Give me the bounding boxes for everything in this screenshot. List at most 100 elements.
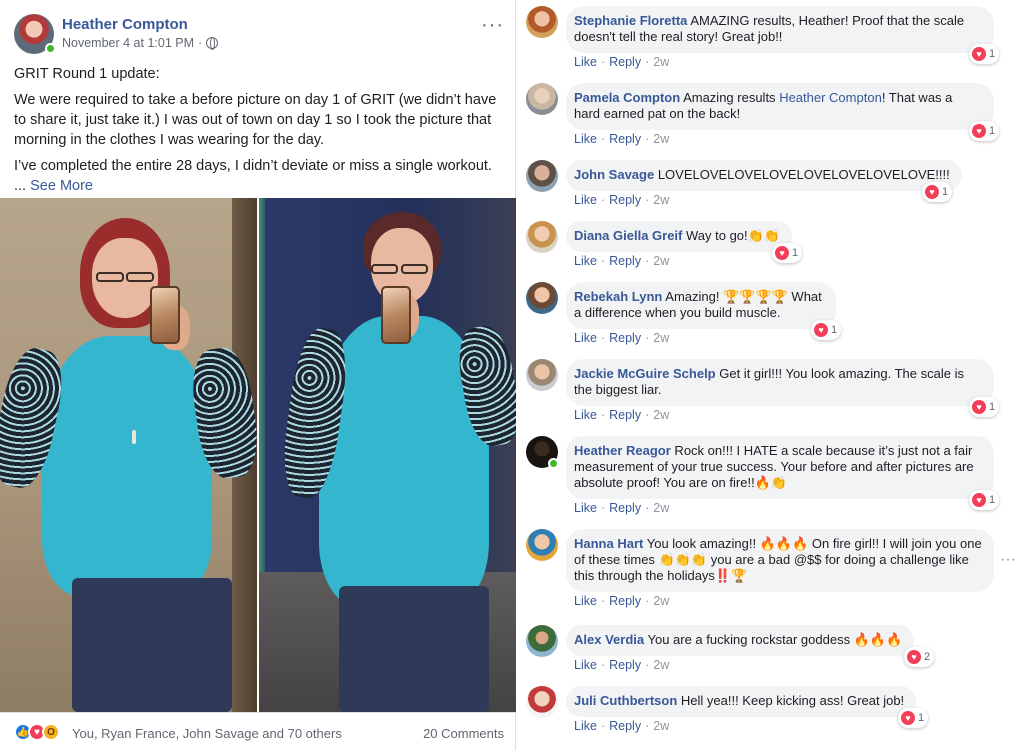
comment-reactions[interactable]: ♥ 1 (969, 397, 1000, 417)
comment-count[interactable]: 20 Comments (423, 726, 504, 741)
reply-link[interactable]: Reply (609, 132, 641, 146)
commenter-avatar[interactable] (526, 282, 558, 314)
reaction-count: 1 (989, 48, 996, 60)
reply-link[interactable]: Reply (609, 55, 641, 69)
heart-icon: ♥ (972, 493, 986, 507)
post-card: Heather Compton November 4 at 1:01 PM · … (0, 0, 516, 750)
comment-time[interactable]: 2w (653, 658, 669, 672)
reaction-icons[interactable]: 👍 ♥ O (14, 723, 60, 741)
commenter-name[interactable]: Hanna Hart (574, 536, 643, 551)
comment-text: Hell yea!!! Keep kicking ass! Great job! (677, 693, 905, 708)
comment: Juli Cuthbertson Hell yea!!! Keep kickin… (526, 686, 1016, 740)
commenter-name[interactable]: Jackie McGuire Schelp (574, 366, 716, 381)
heart-icon: ♥ (814, 323, 828, 337)
comment-actions: Like · Reply · 2w (574, 594, 670, 608)
post-paragraph-text: I’ve completed the entire 28 days, I did… (14, 158, 492, 174)
comment-time[interactable]: 2w (653, 193, 669, 207)
commenter-name[interactable]: Heather Reagor (574, 443, 671, 458)
commenter-avatar[interactable] (526, 221, 558, 253)
comment-reactions[interactable]: ♥ 1 (969, 121, 1000, 141)
commenter-name[interactable]: Alex Verdia (574, 632, 644, 647)
comment-time[interactable]: 2w (653, 501, 669, 515)
comment: John Savage LOVELOVELOVELOVELOVELOVELOVE… (526, 160, 1016, 214)
comment-actions: Like · Reply · 2w (574, 331, 670, 345)
more-options-icon[interactable]: ··· (481, 14, 504, 37)
comment-reactions[interactable]: ♥ 1 (922, 182, 953, 202)
commenter-avatar[interactable] (526, 83, 558, 115)
post-paragraph: I’ve completed the entire 28 days, I did… (14, 156, 502, 196)
like-link[interactable]: Like (574, 719, 597, 733)
comment-reactions[interactable]: ♥ 2 (904, 647, 935, 667)
reply-link[interactable]: Reply (609, 658, 641, 672)
like-link[interactable]: Like (574, 331, 597, 345)
wow-icon: O (42, 723, 60, 741)
comment-time[interactable]: 2w (653, 254, 669, 268)
comment-reactions[interactable]: ♥ 1 (811, 320, 842, 340)
see-more-link[interactable]: See More (30, 178, 93, 194)
commenter-avatar[interactable] (526, 359, 558, 391)
commenter-avatar[interactable] (526, 160, 558, 192)
like-link[interactable]: Like (574, 55, 597, 69)
reply-link[interactable]: Reply (609, 719, 641, 733)
reply-link[interactable]: Reply (609, 501, 641, 515)
reply-link[interactable]: Reply (609, 408, 641, 422)
post-timestamp[interactable]: November 4 at 1:01 PM (62, 36, 194, 50)
globe-icon (206, 37, 219, 50)
author-name[interactable]: Heather Compton (62, 16, 188, 33)
commenter-name[interactable]: Stephanie Floretta (574, 13, 687, 28)
comment-time[interactable]: 2w (653, 132, 669, 146)
like-link[interactable]: Like (574, 408, 597, 422)
reply-link[interactable]: Reply (609, 193, 641, 207)
reaction-count: 1 (918, 712, 925, 724)
reactors-summary[interactable]: You, Ryan France, John Savage and 70 oth… (72, 726, 342, 741)
reply-link[interactable]: Reply (609, 594, 641, 608)
comment: Jackie McGuire Schelp Get it girl!!! You… (526, 359, 1016, 429)
commenter-avatar[interactable] (526, 625, 558, 657)
comment-time[interactable]: 2w (653, 408, 669, 422)
comment-reactions[interactable]: ♥ 1 (969, 44, 1000, 64)
comment-time[interactable]: 2w (653, 594, 669, 608)
comment-time[interactable]: 2w (653, 55, 669, 69)
comment: Hanna Hart You look amazing!! 🔥🔥🔥 On fir… (526, 529, 1016, 615)
reply-link[interactable]: Reply (609, 331, 641, 345)
comment-reactions[interactable]: ♥ 1 (898, 708, 929, 728)
mention-link[interactable]: Heather Compton (779, 90, 882, 105)
comment-time[interactable]: 2w (653, 719, 669, 733)
comment-actions: Like · Reply · 2w (574, 55, 670, 69)
reactions-bar: 👍 ♥ O You, Ryan France, John Savage and … (0, 712, 516, 750)
after-photo[interactable] (259, 198, 516, 712)
comment-reactions[interactable]: ♥ 1 (969, 490, 1000, 510)
before-photo[interactable] (0, 198, 259, 712)
comment-more-icon[interactable]: ··· (1000, 551, 1016, 569)
comment-text: Way to go!👏👏 (682, 228, 781, 243)
commenter-name[interactable]: Juli Cuthbertson (574, 693, 677, 708)
comment-bubble: Jackie McGuire Schelp Get it girl!!! You… (566, 359, 994, 406)
heart-icon: ♥ (972, 47, 986, 61)
commenter-avatar[interactable] (526, 529, 558, 561)
commenter-name[interactable]: Diana Giella Greif (574, 228, 682, 243)
comment-bubble: Stephanie Floretta AMAZING results, Heat… (566, 6, 994, 53)
reaction-count: 1 (792, 247, 799, 259)
comment-bubble: Alex Verdia You are a fucking rockstar g… (566, 625, 915, 656)
like-link[interactable]: Like (574, 658, 597, 672)
like-link[interactable]: Like (574, 254, 597, 268)
like-link[interactable]: Like (574, 193, 597, 207)
commenter-name[interactable]: John Savage (574, 167, 654, 182)
reply-link[interactable]: Reply (609, 254, 641, 268)
like-link[interactable]: Like (574, 501, 597, 515)
comment-bubble: Diana Giella Greif Way to go!👏👏 (566, 221, 793, 252)
comment-reactions[interactable]: ♥ 1 (772, 243, 803, 263)
ellipsis: ... (14, 178, 27, 194)
commenter-name[interactable]: Pamela Compton (574, 90, 680, 105)
comment-time[interactable]: 2w (653, 331, 669, 345)
comment-text: You are a fucking rockstar goddess 🔥🔥🔥 (644, 632, 903, 647)
reaction-count: 2 (924, 651, 931, 663)
commenter-avatar[interactable] (526, 6, 558, 38)
comment-actions: Like · Reply · 2w (574, 408, 670, 422)
like-link[interactable]: Like (574, 594, 597, 608)
commenter-name[interactable]: Rebekah Lynn (574, 289, 662, 304)
reaction-count: 1 (831, 324, 838, 336)
like-link[interactable]: Like (574, 132, 597, 146)
commenter-avatar[interactable] (526, 686, 558, 718)
reaction-count: 1 (989, 125, 996, 137)
